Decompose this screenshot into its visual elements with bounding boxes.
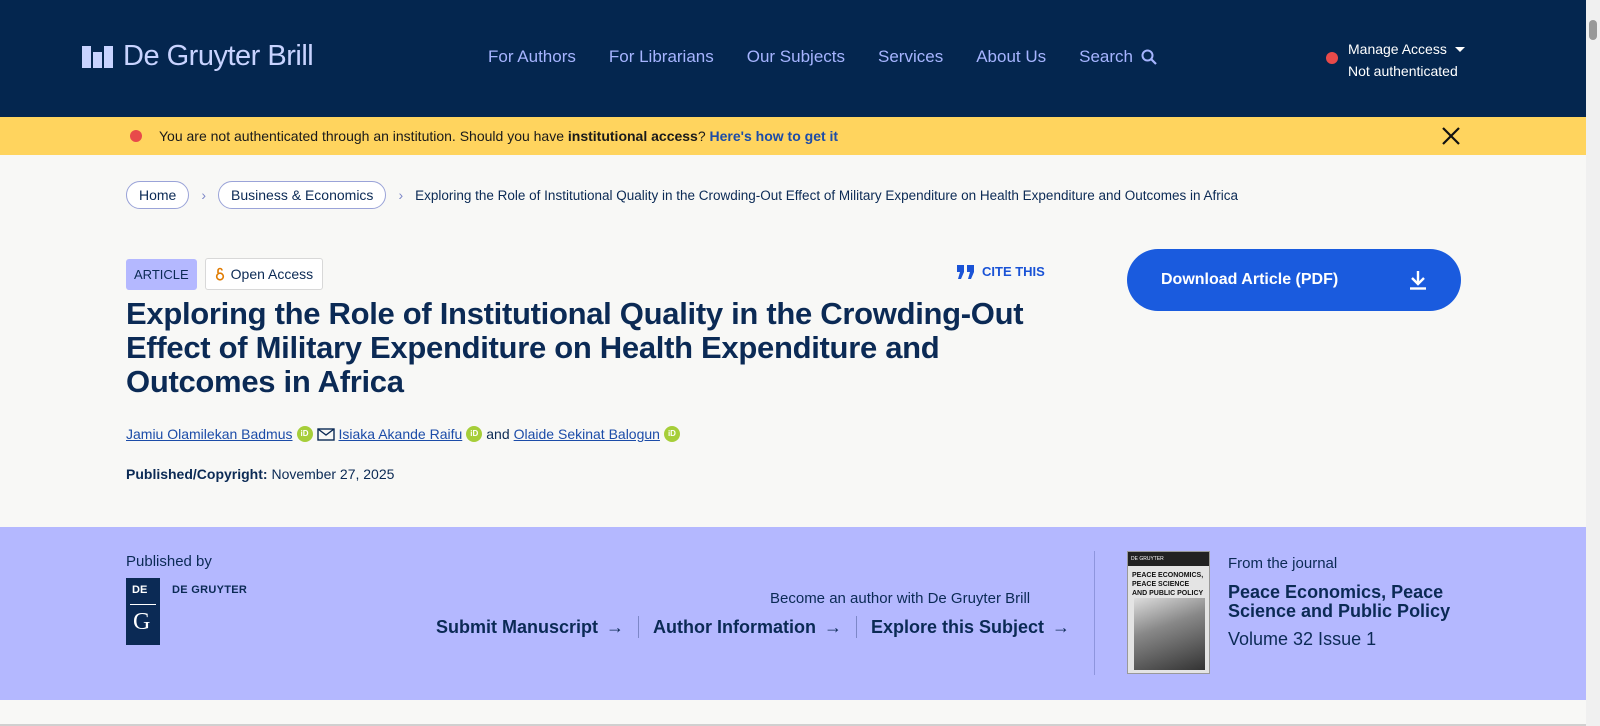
nav-search-label: Search [1079, 47, 1134, 66]
orcid-icon[interactable]: iD [466, 426, 483, 442]
nav-about-us[interactable]: About Us [976, 47, 1046, 67]
breadcrumb-current: Exploring the Role of Institutional Qual… [415, 187, 1239, 203]
journal-volume: Volume 32 Issue 1 [1228, 629, 1377, 649]
publisher-band: Published by DE G DE GRUYTER Become an a… [0, 527, 1586, 700]
publisher-name: DE GRUYTER [172, 584, 248, 596]
author-link[interactable]: Olaide Sekinat Balogun [514, 426, 660, 442]
banner-access-link[interactable]: Here's how to get it [710, 128, 839, 144]
author-list: Jamiu Olamilekan Badmus iD Isiaka Akande… [126, 426, 680, 442]
author-link[interactable]: Jamiu Olamilekan Badmus [126, 426, 293, 442]
nav-search[interactable]: Search [1079, 47, 1157, 67]
article-type-badge: ARTICLE [126, 258, 197, 290]
auth-banner: You are not authenticated through an ins… [0, 117, 1586, 155]
submit-manuscript-link[interactable]: Submit Manuscript → [436, 617, 638, 638]
quote-icon [957, 264, 974, 279]
de-gruyter-logo[interactable]: DE G [126, 578, 160, 645]
chevron-down-icon [1454, 46, 1465, 52]
logo-de: DE [132, 584, 148, 596]
explore-subject-link[interactable]: Explore this Subject → [857, 617, 1084, 638]
site-header: De Gruyter Brill For Authors For Librari… [0, 0, 1586, 117]
chevron-right-icon: › [201, 187, 207, 203]
nav-our-subjects[interactable]: Our Subjects [747, 47, 845, 67]
breadcrumb-category[interactable]: Business & Economics [218, 181, 387, 209]
banner-message: You are not authenticated through an ins… [159, 128, 838, 144]
scrollbar-thumb[interactable] [1589, 20, 1597, 40]
published-info: Published/Copyright: November 27, 2025 [126, 466, 394, 482]
status-dot-icon [1326, 52, 1338, 64]
site-logo[interactable]: De Gruyter Brill [82, 40, 314, 73]
nav-services[interactable]: Services [878, 47, 943, 67]
arrow-right-icon: → [824, 616, 842, 637]
journal-name-link[interactable]: Peace Economics, Peace Science and Publi… [1228, 583, 1468, 621]
author-and: and [486, 426, 510, 442]
article-title: Exploring the Role of Institutional Qual… [126, 296, 1024, 399]
author-link[interactable]: Isiaka Akande Raifu [339, 426, 463, 442]
article-tags: ARTICLE Open Access [126, 258, 324, 290]
manage-access[interactable]: Manage Access Not authenticated [1326, 38, 1465, 82]
banner-text-prefix: You are not authenticated through an ins… [159, 128, 568, 144]
arrow-right-icon: → [606, 616, 625, 637]
nav-for-librarians[interactable]: For Librarians [609, 47, 714, 67]
author-information-label: Author Information [653, 616, 816, 637]
submit-manuscript-label: Submit Manuscript [436, 616, 599, 637]
logo-g: G [133, 609, 151, 635]
orcid-icon[interactable]: iD [663, 426, 680, 442]
logo-text: De Gruyter Brill [123, 40, 314, 72]
breadcrumb-home[interactable]: Home [126, 181, 190, 209]
alert-dot-icon [130, 130, 142, 142]
open-lock-icon [215, 267, 224, 281]
download-icon [1410, 271, 1426, 290]
journal-cover[interactable]: DE GRUYTER PEACE ECONOMICS, PEACE SCIENC… [1127, 551, 1210, 674]
explore-subject-label: Explore this Subject [871, 616, 1045, 637]
cite-this-label: CITE THIS [982, 264, 1045, 279]
close-icon[interactable] [1440, 125, 1462, 147]
cover-image [1134, 598, 1205, 670]
author-information-link[interactable]: Author Information → [639, 617, 856, 638]
banner-text-question: ? [697, 128, 710, 144]
author-links: Submit Manuscript → Author Information →… [436, 616, 1084, 638]
open-access-label: Open Access [230, 266, 314, 282]
chevron-right-icon: › [398, 187, 404, 203]
nav-for-authors[interactable]: For Authors [488, 47, 576, 67]
brand-mark-icon [82, 45, 113, 68]
search-icon [1141, 49, 1157, 65]
main-nav: For Authors For Librarians Our Subjects … [488, 47, 1157, 67]
download-pdf-label: Download Article (PDF) [1161, 271, 1339, 288]
divider [1094, 551, 1095, 675]
download-pdf-button[interactable]: Download Article (PDF) [1127, 249, 1461, 311]
published-label: Published/Copyright: [126, 466, 268, 482]
scrollbar[interactable] [1586, 0, 1600, 726]
arrow-right-icon: → [1052, 616, 1071, 637]
breadcrumb: Home › Business & Economics › Exploring … [126, 181, 1238, 209]
email-icon[interactable] [316, 427, 335, 441]
open-access-badge: Open Access [204, 258, 324, 290]
from-journal-label: From the journal [1228, 555, 1338, 572]
access-status: Not authenticated [1348, 63, 1458, 79]
cite-this-button[interactable]: CITE THIS [957, 264, 1045, 279]
banner-text-bold: institutional access [567, 128, 698, 144]
orcid-icon[interactable]: iD [296, 426, 313, 442]
published-date: November 27, 2025 [271, 466, 395, 482]
cover-publisher: DE GRUYTER [1128, 552, 1209, 566]
manage-access-label: Manage Access [1348, 41, 1447, 57]
become-author-heading: Become an author with De Gruyter Brill [770, 590, 1031, 607]
published-by-label: Published by [126, 553, 212, 570]
